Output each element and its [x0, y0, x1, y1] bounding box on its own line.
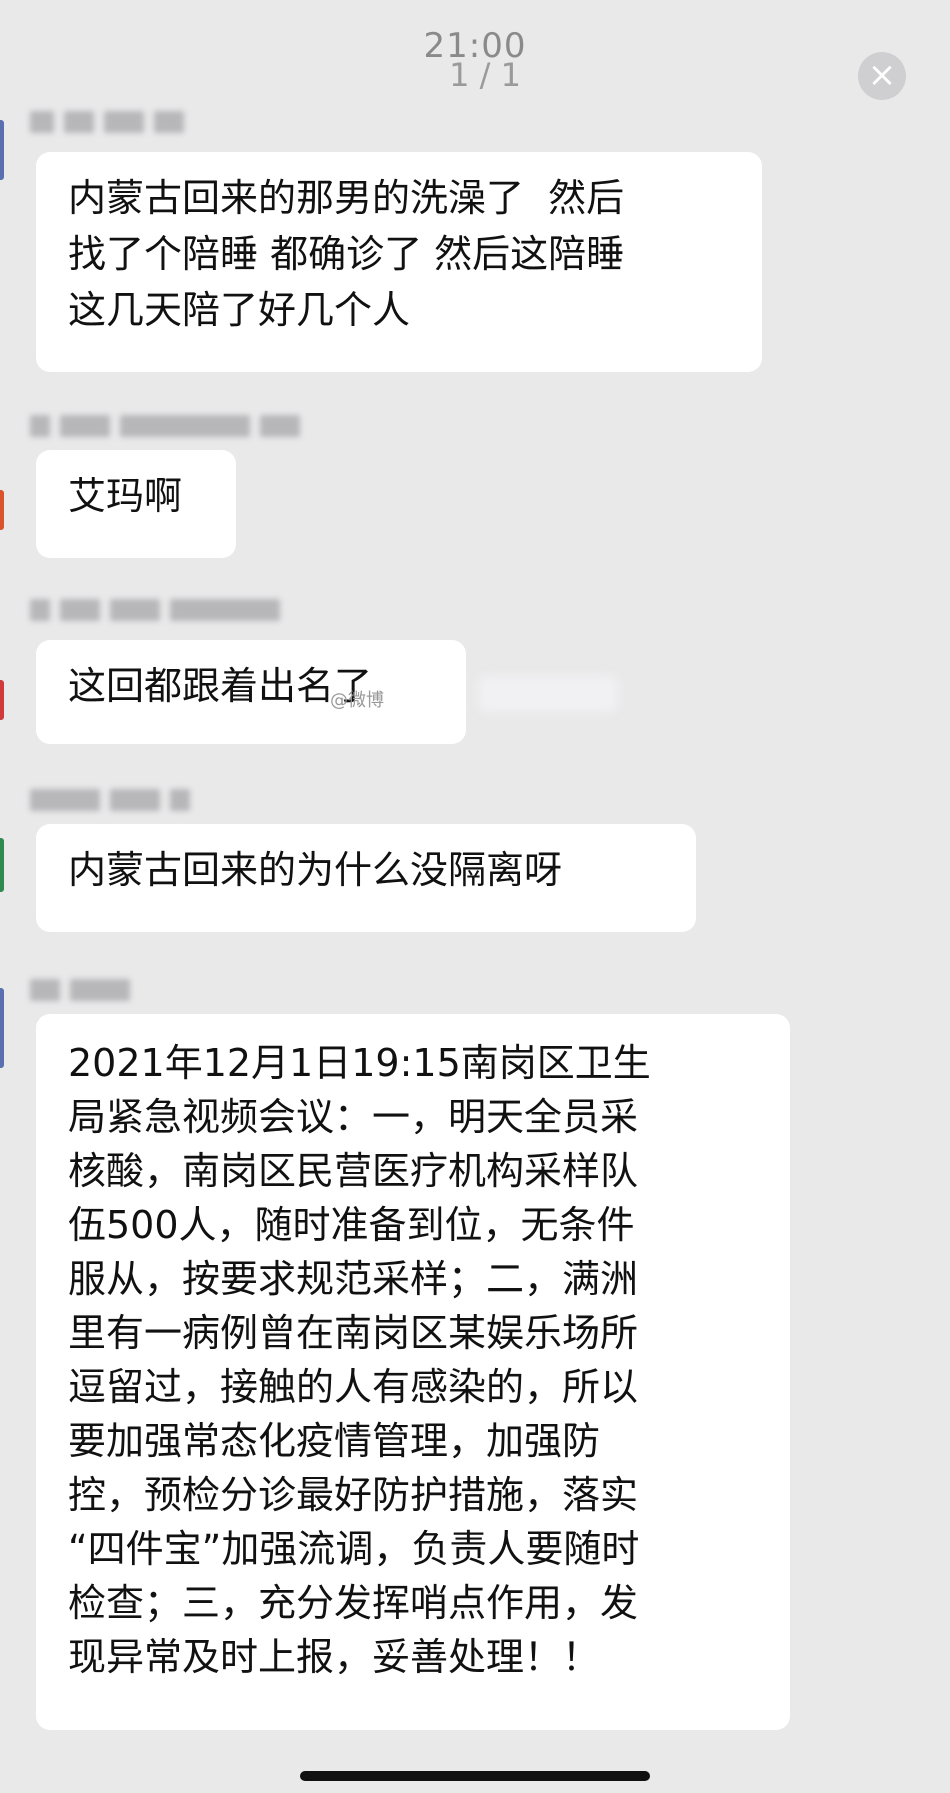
sender-name-blurred: [30, 786, 190, 814]
message-bubble: 内蒙古回来的那男的洗澡了 然后 找了个陪睡 都确诊了 然后这陪睡 这几天陪了好几…: [36, 152, 762, 372]
message-bubble: 这回都跟着出名了: [36, 640, 466, 744]
sender-name-blurred: [30, 412, 300, 440]
message-bubble: 内蒙古回来的为什么没隔离呀: [36, 824, 696, 932]
message-bubble: 艾玛啊: [36, 450, 236, 558]
avatar: [0, 120, 4, 180]
sender-name-blurred: [30, 596, 280, 624]
avatar: [0, 988, 4, 1068]
page-indicator: 1 / 1: [449, 56, 521, 94]
avatar: [0, 490, 4, 530]
sender-name-blurred: [30, 108, 184, 136]
home-indicator[interactable]: [300, 1771, 650, 1781]
watermark-blur: [478, 676, 618, 712]
avatar: [0, 838, 4, 892]
message-bubble: 2021年12月1日19:15南岗区卫生 局紧急视频会议：一，明天全员采 核酸，…: [36, 1014, 790, 1730]
avatar: [0, 680, 4, 720]
close-icon[interactable]: ×: [858, 52, 906, 100]
sender-name-blurred: [30, 976, 130, 1004]
watermark: @微博: [330, 690, 384, 711]
